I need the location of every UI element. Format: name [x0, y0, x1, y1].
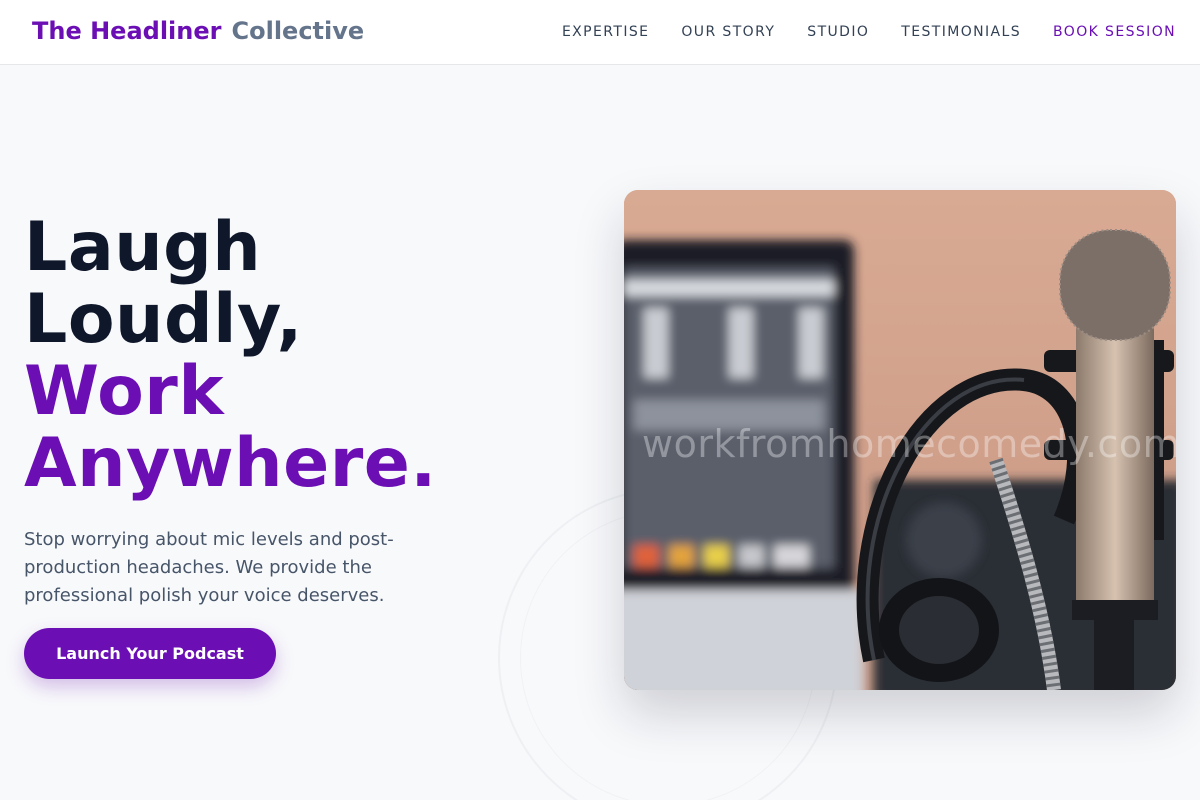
- headline-line-3: Work: [24, 352, 225, 431]
- nav-link-testimonials[interactable]: TESTIMONIALS: [901, 22, 1021, 42]
- launch-podcast-button[interactable]: Launch Your Podcast: [24, 628, 276, 679]
- hero-image: workfromhomecomedy.com: [624, 190, 1176, 690]
- nav-link-our-story[interactable]: OUR STORY: [681, 22, 775, 42]
- brand-name-secondary: Collective: [231, 17, 365, 45]
- image-watermark: workfromhomecomedy.com: [642, 422, 1176, 466]
- nav-link-book-session[interactable]: BOOK SESSION: [1053, 22, 1176, 42]
- main-nav: EXPERTISE OUR STORY STUDIO TESTIMONIALS …: [562, 22, 1176, 42]
- nav-link-studio[interactable]: STUDIO: [807, 22, 869, 42]
- nav-link-expertise[interactable]: EXPERTISE: [562, 22, 649, 42]
- headline-line-2: Loudly,: [24, 280, 303, 359]
- brand-name-primary: The Headliner: [32, 17, 222, 45]
- headline-line-1: Laugh: [24, 208, 262, 287]
- brand-logo[interactable]: The Headliner Collective: [32, 15, 364, 47]
- hero-headline: Laugh Loudly, Work Anywhere.: [24, 212, 437, 500]
- site-header: The Headliner Collective EXPERTISE OUR ST…: [0, 0, 1200, 65]
- hero-subtext: Stop worrying about mic levels and post-…: [24, 529, 394, 606]
- headline-line-4: Anywhere.: [24, 424, 437, 503]
